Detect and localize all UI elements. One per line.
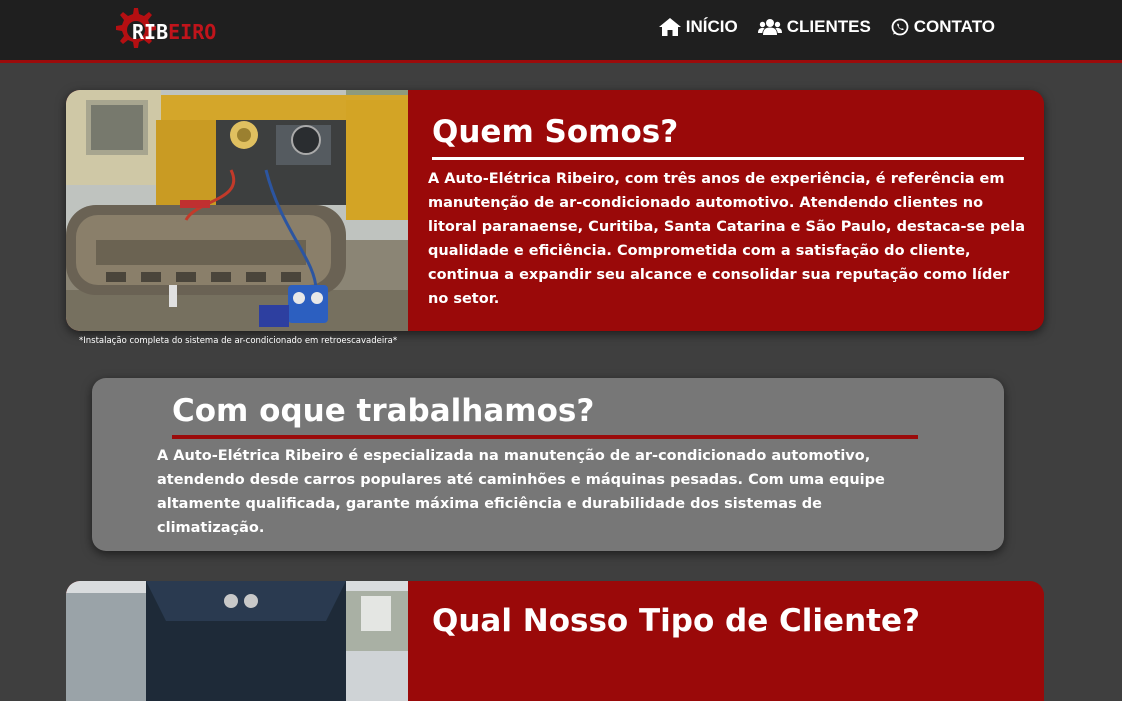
work-title: Com oque trabalhamos? xyxy=(172,393,595,429)
about-divider xyxy=(432,157,1024,160)
nav-item-contato[interactable]: CONTATO xyxy=(891,17,995,37)
brand-name-red: EIRO xyxy=(168,20,217,44)
about-text: A Auto-Elétrica Ribeiro, com três anos d… xyxy=(428,171,1026,307)
clients-card: Qual Nosso Tipo de Cliente? xyxy=(66,581,1044,701)
nav-item-label: CLIENTES xyxy=(786,17,871,36)
nav-item-clientes[interactable]: CLIENTES xyxy=(757,17,871,37)
work-divider xyxy=(172,435,918,439)
navbar: RIBEIRO INÍCIO CLIENTES CONTATO xyxy=(0,0,1122,63)
nav-item-label: CONTATO xyxy=(913,17,995,36)
work-text: A Auto-Elétrica Ribeiro é especializada … xyxy=(157,448,885,536)
main-nav: INÍCIO CLIENTES CONTATO xyxy=(658,17,995,37)
nav-item-inicio[interactable]: INÍCIO xyxy=(658,17,738,37)
excavator-photo xyxy=(66,90,408,331)
clients-image xyxy=(66,581,408,701)
about-title: Quem Somos? xyxy=(432,114,679,150)
brand-name-white: RIB xyxy=(132,20,169,44)
work-card: Com oque trabalhamos? A Auto-Elétrica Ri… xyxy=(92,378,1004,551)
brand-name: RIBEIRO xyxy=(132,20,216,44)
clients-photo xyxy=(66,581,408,701)
nav-item-label: INÍCIO xyxy=(685,17,738,36)
clients-title: Qual Nosso Tipo de Cliente? xyxy=(432,603,920,639)
excavator-image xyxy=(66,90,408,331)
photo-caption: *Instalação completa do sistema de ar-co… xyxy=(79,336,398,346)
brand-logo[interactable]: RIBEIRO xyxy=(112,5,222,55)
about-card: Quem Somos? A Auto-Elétrica Ribeiro, com… xyxy=(66,90,1044,331)
users-icon xyxy=(757,19,782,35)
whatsapp-icon xyxy=(891,18,909,36)
home-icon xyxy=(658,18,681,36)
